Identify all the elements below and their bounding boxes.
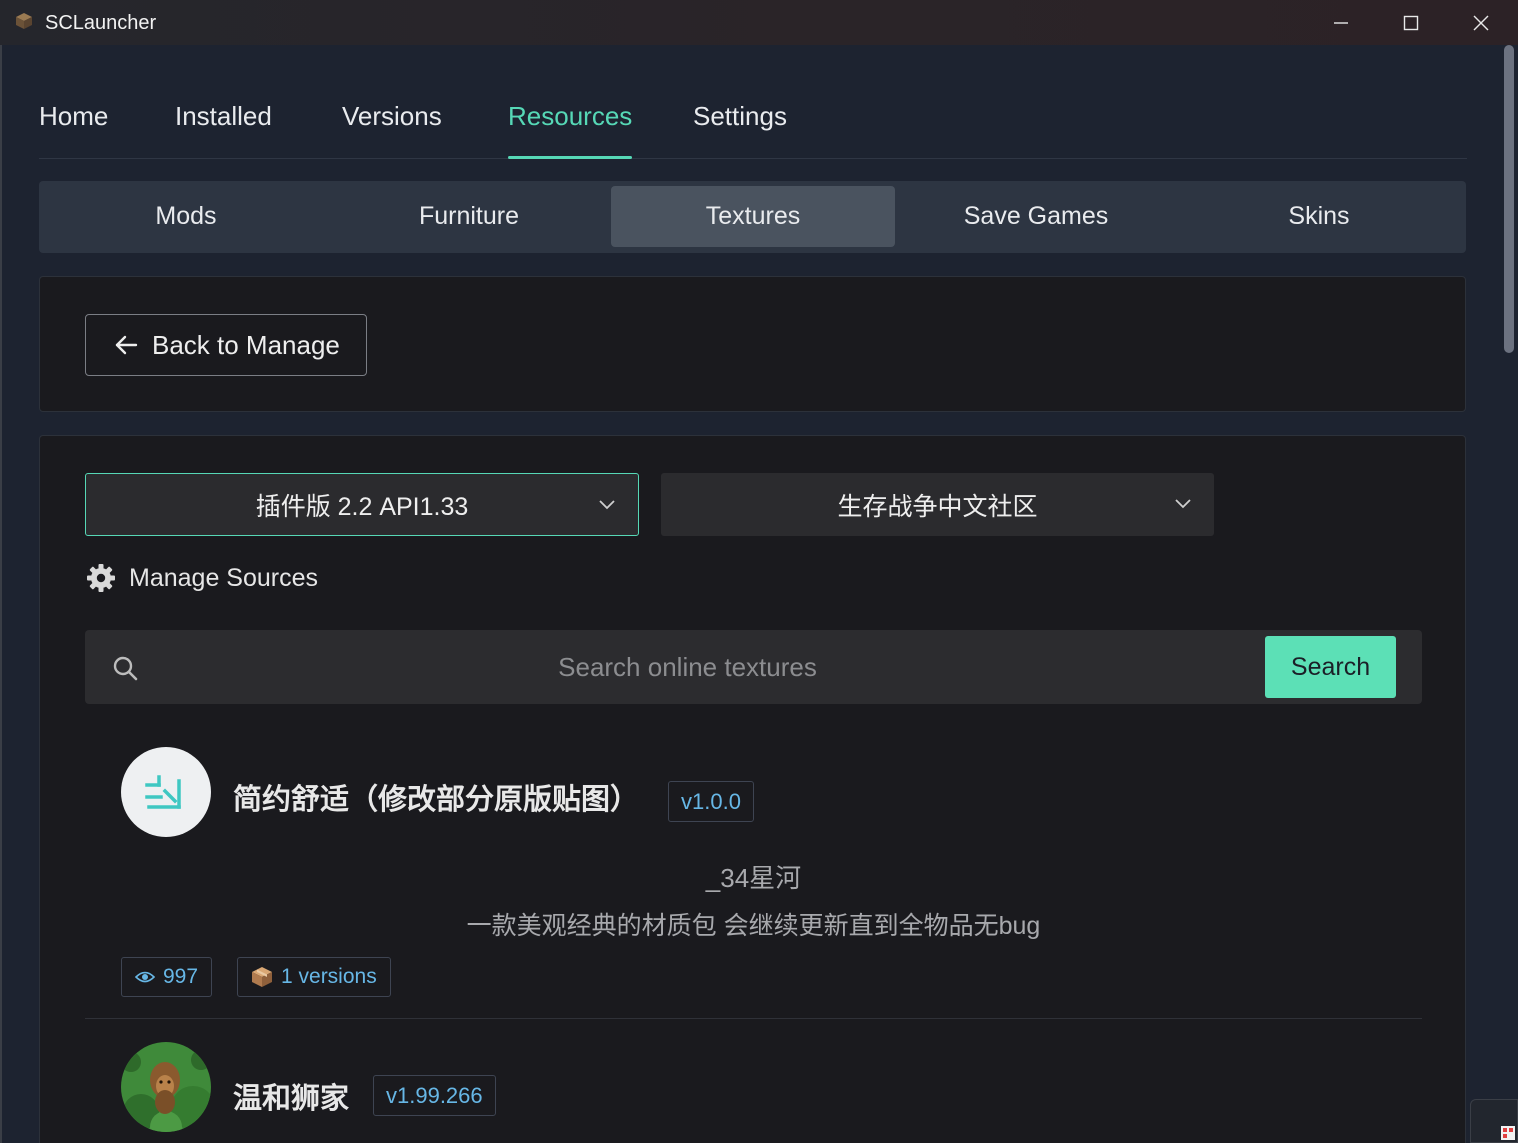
version-badge: v1.0.0 (668, 781, 754, 822)
back-panel: Back to Manage (39, 276, 1466, 412)
arrow-left-icon (115, 335, 138, 355)
gear-icon (87, 564, 115, 592)
search-bar: Search (85, 630, 1422, 704)
close-icon (1473, 15, 1489, 30)
search-input[interactable] (155, 630, 1220, 704)
app-logo-icon (16, 13, 32, 29)
nav-home[interactable]: Home (39, 101, 108, 159)
source-select[interactable]: 生存战争中文社区 (661, 473, 1214, 536)
scrollbar-thumb[interactable] (1504, 45, 1514, 353)
tab-skins[interactable]: Skins (1177, 186, 1461, 247)
texture-logo-icon (145, 775, 181, 809)
maximize-icon (1403, 15, 1419, 30)
close-button[interactable] (1446, 0, 1516, 45)
list-item[interactable]: 温和狮家 v1.99.266 (85, 1019, 1422, 1143)
maximize-button[interactable] (1376, 0, 1446, 45)
back-to-manage-button[interactable]: Back to Manage (85, 314, 367, 376)
window-title: SCLauncher (45, 12, 157, 34)
manage-sources-label: Manage Sources (129, 563, 319, 592)
lion-thumbnail-image (121, 1042, 211, 1132)
chevron-down-icon (599, 500, 615, 510)
texture-description: 一款美观经典的材质包 会继续更新直到全物品无bug (466, 912, 1041, 940)
minimize-button[interactable] (1306, 0, 1376, 45)
resource-type-tabs: Mods Furniture Textures Save Games Skins (39, 181, 1466, 253)
nav-installed[interactable]: Installed (175, 101, 272, 159)
tab-save-games[interactable]: Save Games (894, 186, 1178, 247)
app-badge-icon (1501, 1126, 1515, 1140)
versions-count: 1 versions (281, 965, 377, 988)
views-count: 997 (163, 965, 199, 988)
nav-resources[interactable]: Resources (508, 101, 633, 159)
list-item[interactable]: 简约舒适（修改部分原版贴图） v1.0.0 _34星河 一款美观经典的材质包 会… (85, 732, 1422, 1019)
manage-sources-link[interactable]: Manage Sources (85, 560, 318, 596)
versions-count-badge: 1 versions (237, 957, 391, 997)
version-badge: v1.99.266 (373, 1075, 496, 1116)
back-button-label: Back to Manage (152, 329, 340, 360)
texture-title[interactable]: 简约舒适（修改部分原版贴图） (233, 776, 639, 818)
nav-versions[interactable]: Versions (342, 101, 442, 159)
tab-furniture[interactable]: Furniture (327, 186, 611, 247)
eye-icon (135, 971, 155, 983)
game-version-value: 插件版 2.2 API1.33 (255, 492, 469, 521)
texture-thumbnail (121, 747, 211, 837)
title-bar: SCLauncher (0, 0, 1518, 45)
game-version-select[interactable]: 插件版 2.2 API1.33 (85, 473, 639, 536)
chevron-down-icon (1175, 499, 1191, 509)
package-icon (252, 967, 272, 987)
texture-title[interactable]: 温和狮家 (233, 1075, 349, 1117)
views-count-badge: 997 (121, 957, 213, 997)
tab-mods[interactable]: Mods (44, 186, 328, 247)
vertical-scrollbar[interactable] (1500, 45, 1518, 1143)
search-icon (113, 656, 138, 681)
tab-textures[interactable]: Textures (611, 186, 895, 247)
nav-settings[interactable]: Settings (693, 101, 787, 159)
texture-author: _34星河 (705, 863, 802, 893)
minimize-icon (1334, 21, 1348, 24)
search-button[interactable]: Search (1265, 636, 1396, 698)
top-navigation: Home Installed Versions Resources Settin… (39, 45, 1467, 159)
corner-widget[interactable] (1470, 1099, 1518, 1143)
source-value: 生存战争中文社区 (837, 492, 1038, 521)
texture-thumbnail (121, 1042, 211, 1132)
textures-browser-panel: 插件版 2.2 API1.33 生存战争中文社区 Manage Sources … (39, 435, 1466, 1143)
